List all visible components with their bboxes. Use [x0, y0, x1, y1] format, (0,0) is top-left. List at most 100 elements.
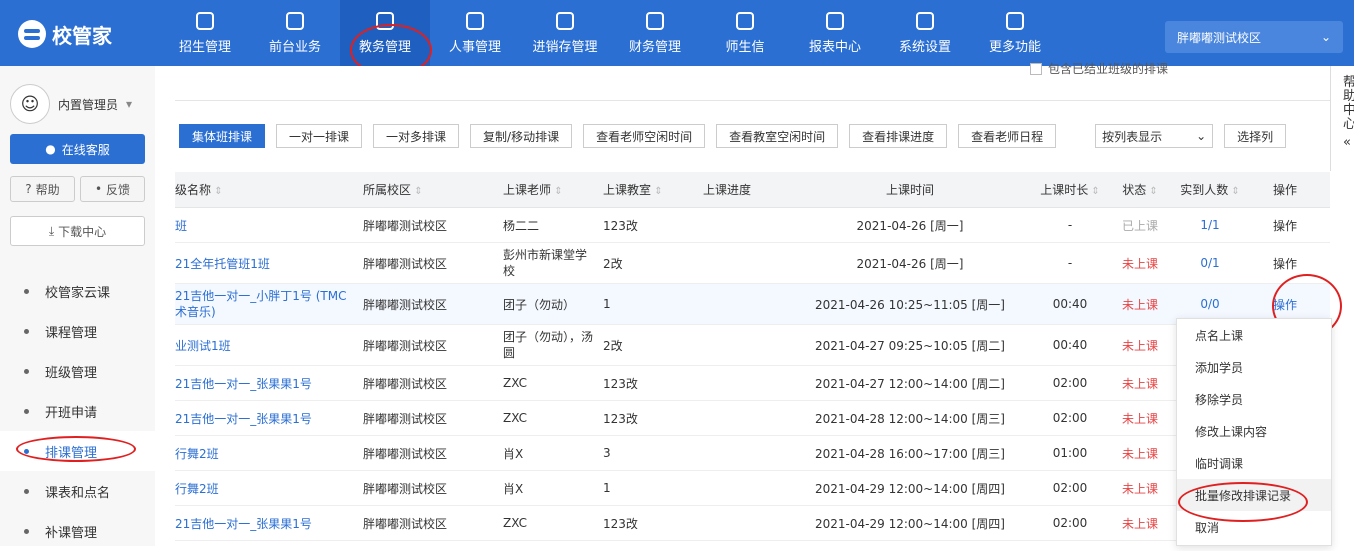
col-teacher[interactable]: 上课老师: [503, 181, 603, 198]
class-name-link[interactable]: 21吉他一对一_张果果1号: [175, 410, 363, 427]
table-row: 行舞2班 胖嘟嘟测试校区 肖X 1 2021-04-29 12:00~14:00…: [175, 471, 1330, 506]
duration-cell: 02:00: [1052, 481, 1088, 495]
attendance-link[interactable]: 0/0: [1173, 297, 1253, 311]
chevron-down-icon: ⌄: [1320, 30, 1331, 44]
one-to-one-schedule-button[interactable]: 一对一排课: [276, 124, 363, 148]
actions-button[interactable]: 操作: [1253, 217, 1323, 234]
nav-item-front-desk[interactable]: 前台业务: [250, 0, 340, 66]
annotation-circle-sidebar: [16, 436, 136, 462]
col-room[interactable]: 上课教室: [603, 181, 703, 198]
teacher-calendar-button[interactable]: 查看老师日程: [958, 124, 1057, 148]
duration-cell: -: [1067, 256, 1073, 270]
nav-item-finance[interactable]: 财务管理: [610, 0, 700, 66]
class-name-link[interactable]: 行舞2班: [175, 480, 363, 497]
campus-selector[interactable]: 胖嘟嘟测试校区 ⌄: [1165, 21, 1343, 53]
time-cell: 2021-04-27 09:25~10:05 [周二]: [815, 338, 1005, 353]
logo-icon: [18, 20, 46, 48]
checkbox-icon: [1030, 62, 1042, 75]
campus-cell: 胖嘟嘟测试校区: [363, 481, 448, 496]
nav-item-messages[interactable]: 师生信: [700, 0, 790, 66]
nav-item-more[interactable]: 更多功能: [970, 0, 1060, 66]
nav-item-inventory[interactable]: 进销存管理: [520, 0, 610, 66]
nav-item-enrollment[interactable]: 招生管理: [160, 0, 250, 66]
chart-icon: [826, 11, 844, 30]
col-attendance[interactable]: 实到人数: [1173, 181, 1253, 198]
col-duration[interactable]: 上课时长: [1033, 181, 1113, 198]
teacher-cell: 杨二二: [503, 218, 540, 233]
group-schedule-button[interactable]: 集体班排课: [179, 124, 266, 148]
help-center-tab[interactable]: 帮助中心 «: [1330, 66, 1354, 171]
bullet-icon: [24, 528, 29, 534]
time-cell: 2021-04-29 12:00~14:00 [周四]: [815, 516, 1005, 531]
download-center-button[interactable]: ⤓ 下载中心: [10, 216, 145, 246]
select-columns-button[interactable]: 选择列: [1224, 124, 1287, 148]
schedule-progress-button[interactable]: 查看排课进度: [849, 124, 948, 148]
time-cell: 2021-04-28 16:00~17:00 [周三]: [815, 446, 1005, 461]
table-row: 21吉他一对一_张果果1号 胖嘟嘟测试校区 ZXC 123改 2021-04-2…: [175, 401, 1330, 436]
one-to-many-schedule-button[interactable]: 一对多排课: [373, 124, 460, 148]
inventory-icon: [556, 11, 574, 30]
menu-item-add-student[interactable]: 添加学员: [1177, 351, 1331, 383]
room-free-time-button[interactable]: 查看教室空闲时间: [716, 124, 839, 148]
include-graduated-checkbox[interactable]: 包含已结业班级的排课: [1030, 60, 1168, 77]
view-mode-select[interactable]: 按列表显示 ⌄: [1095, 124, 1214, 148]
class-name-link[interactable]: 21吉他一对一_小胖丁1号 (TMC术音乐): [175, 288, 363, 320]
nav-item-hr[interactable]: 人事管理: [430, 0, 520, 66]
campus-name: 胖嘟嘟测试校区: [1177, 30, 1262, 45]
room-cell: 123改: [603, 376, 638, 391]
time-cell: 2021-04-26 10:25~11:05 [周一]: [815, 297, 1005, 312]
class-name-link[interactable]: 21吉他一对一_张果果1号: [175, 515, 363, 532]
sidebar-item-cloud-course[interactable]: 校管家云课: [0, 271, 155, 311]
feedback-button[interactable]: • 反馈: [80, 176, 145, 202]
sidebar-item-classes[interactable]: 班级管理: [0, 351, 155, 391]
nav-item-settings[interactable]: 系统设置: [880, 0, 970, 66]
col-time: 上课时间: [885, 183, 934, 197]
user-name: 内置管理员: [58, 97, 119, 112]
class-name-link[interactable]: 21全年托管班1班: [175, 255, 363, 272]
attendance-link[interactable]: 1/1: [1173, 218, 1253, 232]
table-row: 行舞2班 胖嘟嘟测试校区 肖X 3 2021-04-28 16:00~17:00…: [175, 436, 1330, 471]
collapse-icon: «: [1343, 135, 1351, 150]
attendance-link[interactable]: 0/1: [1173, 256, 1253, 270]
class-name-link[interactable]: 业测试1班: [175, 337, 363, 354]
chat-icon: ●: [45, 142, 56, 156]
status-badge: 未上课: [1121, 411, 1158, 426]
campus-cell: 胖嘟嘟测试校区: [363, 376, 448, 391]
menu-item-roll-call[interactable]: 点名上课: [1177, 319, 1331, 351]
status-badge: 未上课: [1121, 338, 1158, 353]
sidebar-item-class-apply[interactable]: 开班申请: [0, 391, 155, 431]
actions-button[interactable]: 操作: [1253, 255, 1323, 272]
copy-move-schedule-button[interactable]: 复制/移动排课: [470, 124, 573, 148]
col-class-name[interactable]: 级名称: [175, 181, 363, 198]
menu-item-remove-student[interactable]: 移除学员: [1177, 383, 1331, 415]
sidebar-item-courses[interactable]: 课程管理: [0, 311, 155, 351]
help-feedback-row: ? 帮助 • 反馈: [10, 176, 145, 202]
menu-item-edit-content[interactable]: 修改上课内容: [1177, 415, 1331, 447]
menu-item-reschedule[interactable]: 临时调课: [1177, 447, 1331, 479]
col-status[interactable]: 状态: [1113, 181, 1173, 198]
col-campus[interactable]: 所属校区: [363, 181, 503, 198]
help-button[interactable]: ? 帮助: [10, 176, 75, 202]
class-name-link[interactable]: 班: [175, 217, 363, 234]
help-center-label: 帮助中心: [1343, 75, 1354, 132]
campus-cell: 胖嘟嘟测试校区: [363, 516, 448, 531]
sidebar-menu: 校管家云课 课程管理 班级管理 开班申请 排课管理 课表和点名 补课管理: [0, 271, 155, 551]
person-add-icon: [196, 11, 214, 30]
bullet-icon: [24, 368, 29, 374]
table-row: 21吉他一对一_小胖丁1号 (TMC术音乐) 胖嘟嘟测试校区 团子（勿动） 1 …: [175, 284, 1330, 325]
duration-cell: 00:40: [1052, 338, 1088, 352]
teacher-cell: 团子（勿动），汤圆: [503, 330, 594, 360]
sidebar-item-timetable[interactable]: 课表和点名: [0, 471, 155, 511]
teacher-free-time-button[interactable]: 查看老师空闲时间: [583, 124, 706, 148]
main-nav: 招生管理 前台业务 教务管理 人事管理 进销存管理 财务管理 师生信 报表中心 …: [160, 0, 1060, 66]
user-menu[interactable]: ☺ 内置管理员 ▾: [10, 84, 132, 124]
class-name-link[interactable]: 行舞2班: [175, 445, 363, 462]
class-name-link[interactable]: 21吉他一对一_张果果1号: [175, 375, 363, 392]
online-service-button[interactable]: ● 在线客服: [10, 134, 145, 164]
sidebar-item-makeup[interactable]: 补课管理: [0, 511, 155, 551]
chevron-down-icon: ⌄: [1196, 129, 1207, 143]
room-cell: 123改: [603, 218, 638, 233]
app-logo[interactable]: 校管家: [18, 20, 128, 48]
nav-item-reports[interactable]: 报表中心: [790, 0, 880, 66]
caret-down-icon: ▾: [126, 97, 133, 111]
